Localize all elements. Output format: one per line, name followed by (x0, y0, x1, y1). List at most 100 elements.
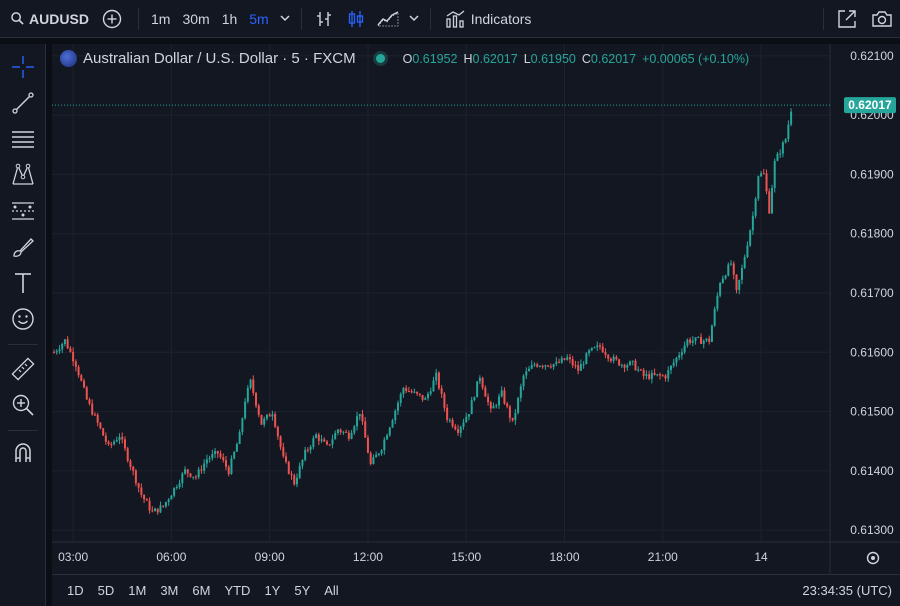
candle-body (148, 500, 151, 511)
interval-1h[interactable]: 1h (216, 0, 244, 38)
price-axis: 0.621000.620000.619000.618000.617000.616… (850, 49, 894, 537)
candle-body (249, 379, 252, 388)
ohlc-values: O0.61952 H0.62017 L0.61950 C0.62017 +0.0… (403, 52, 750, 66)
brush-tool[interactable] (8, 232, 38, 262)
candle-body (585, 353, 588, 365)
range-ytd[interactable]: YTD (217, 583, 257, 598)
candle-body (61, 344, 64, 350)
candle-body (252, 379, 255, 393)
candle-body (590, 347, 593, 351)
interval-5m[interactable]: 5m (243, 0, 274, 38)
candle-body (110, 443, 113, 445)
candle-body (334, 432, 337, 440)
measure-tool[interactable] (8, 354, 38, 384)
range-6m[interactable]: 6M (185, 583, 217, 598)
candle-body (80, 375, 83, 381)
compare-symbol-button[interactable] (92, 0, 132, 38)
clock[interactable]: 23:34:35 (UTC) (802, 583, 892, 598)
candle-body (517, 397, 520, 413)
range-1m[interactable]: 1M (121, 583, 153, 598)
chart-type-dropdown[interactable] (404, 0, 424, 38)
high-value: 0.62017 (472, 51, 518, 66)
candle-body (451, 419, 454, 427)
symbol-search[interactable]: AUDUSD (0, 0, 92, 38)
candle-body (268, 414, 271, 417)
candle-body (151, 510, 154, 512)
candle-body (350, 432, 353, 439)
range-all[interactable]: All (317, 583, 345, 598)
chevron-down-icon (280, 15, 290, 22)
candle-body (200, 469, 203, 471)
candle-body (541, 365, 544, 367)
range-3m[interactable]: 3M (153, 583, 185, 598)
text-tool[interactable] (8, 268, 38, 298)
fullscreen-button[interactable] (830, 0, 864, 38)
range-5d[interactable]: 5D (91, 583, 122, 598)
zoom-in-tool[interactable] (8, 390, 38, 420)
candle-body (66, 339, 69, 349)
price-chart[interactable]: 0.621000.620000.619000.618000.617000.616… (52, 44, 900, 574)
chart-type-candles[interactable] (340, 0, 372, 38)
candle-body (721, 278, 724, 284)
candle-body (255, 392, 258, 406)
candle-body (787, 124, 790, 140)
candle-body (530, 365, 533, 369)
candle-body (72, 351, 75, 362)
candle-body (197, 469, 200, 478)
forecast-tool[interactable] (8, 196, 38, 226)
candle-body (664, 375, 667, 379)
candle-body (203, 463, 206, 471)
legend-title[interactable]: Australian Dollar / U.S. Dollar · 5 · FX… (83, 50, 356, 67)
candle-body (233, 451, 236, 459)
candle-body (716, 295, 719, 309)
interval-1m[interactable]: 1m (145, 0, 176, 38)
range-1d[interactable]: 1D (60, 583, 91, 598)
chart-type-bars[interactable] (308, 0, 340, 38)
interval-dropdown[interactable] (275, 0, 295, 38)
market-status-dot[interactable] (375, 54, 385, 63)
trend-line-tool[interactable] (8, 88, 38, 118)
candle-body (601, 346, 604, 353)
candle-body (637, 369, 640, 371)
crosshair-tool[interactable] (8, 52, 38, 82)
candle-body (184, 469, 187, 474)
candle-body (476, 381, 479, 398)
time-tick-label: 03:00 (58, 550, 88, 564)
candle-body (675, 357, 678, 363)
screenshot-button[interactable] (864, 0, 900, 38)
candle-body (473, 397, 476, 401)
candle-body (339, 429, 342, 433)
pattern-tool[interactable] (8, 160, 38, 190)
candle-body (555, 361, 558, 365)
chart-pane[interactable]: 0.62100 0.62000 0.61900 0.61800 0.61700 0.616… (52, 44, 900, 574)
emoji-tool[interactable] (8, 304, 38, 334)
bars-icon (316, 11, 331, 26)
candle-body (784, 139, 787, 143)
chart-type-area[interactable] (372, 0, 404, 38)
candle-body (312, 438, 315, 447)
candle-body (134, 470, 137, 484)
candle-body (525, 371, 528, 376)
candle-body (104, 435, 107, 442)
magnet-tool[interactable] (8, 438, 38, 468)
axis-settings-button[interactable] (866, 551, 880, 565)
candle-body (208, 458, 211, 460)
candle-body (596, 345, 599, 348)
candle-body (588, 350, 591, 354)
price-tick-label: 0.61600 (850, 345, 894, 359)
candle-body (102, 428, 105, 436)
candle-body (705, 338, 708, 341)
candle-body (58, 349, 61, 352)
interval-30m[interactable]: 30m (176, 0, 215, 38)
candle-body (74, 361, 77, 367)
range-5y[interactable]: 5Y (287, 583, 317, 598)
candle-body (500, 390, 503, 397)
open-label: O (402, 51, 413, 66)
fib-tool[interactable] (8, 124, 38, 154)
gear-icon-center (871, 556, 875, 560)
price-tick-label: 0.61800 (850, 227, 894, 241)
range-1y[interactable]: 1Y (257, 583, 287, 598)
indicators-button[interactable]: Indicators (437, 0, 540, 38)
candle-body (582, 364, 585, 366)
candle-body (309, 446, 312, 450)
